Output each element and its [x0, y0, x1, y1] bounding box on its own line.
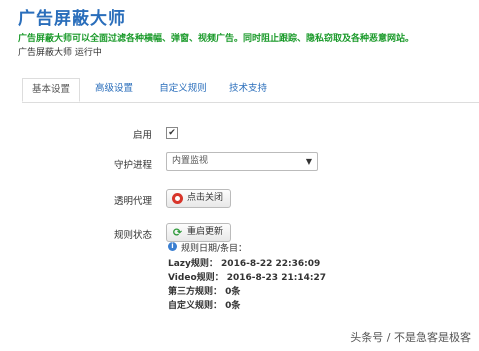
video-rule-status: Video规则： 2016-8-23 21:14:27	[168, 273, 326, 283]
custom-rule-status: 自定义规则： 0条	[168, 301, 241, 311]
daemon-select[interactable]: 内置监视 ▼	[166, 152, 318, 171]
enable-label: 启用	[132, 130, 152, 141]
check-mark-icon: ✔	[168, 128, 176, 138]
tab-advanced-settings[interactable]: 高级设置	[84, 78, 144, 101]
restart-update-label: 重启更新	[187, 227, 224, 237]
proxy-label: 透明代理	[113, 196, 152, 207]
daemon-select-value: 内置监视	[172, 156, 209, 166]
app-title: 广告屏蔽大师	[18, 9, 126, 29]
app-description: 广告屏蔽大师可以全面过滤各种横幅、弹窗、视频广告。同时阻止跟踪、隐私窃取及各种恶…	[18, 34, 415, 44]
lazy-rule-status: Lazy规则： 2016-8-22 22:36:09	[168, 259, 321, 269]
tab-basic-settings[interactable]: 基本设置	[22, 78, 80, 102]
daemon-label: 守护进程	[113, 160, 152, 171]
proxy-toggle-button[interactable]: 点击关闭	[166, 189, 232, 208]
enable-checkbox[interactable]: ✔	[166, 127, 178, 139]
restart-update-button[interactable]: ⟳ 重启更新	[166, 223, 232, 242]
watermark: 头条号 / 不是急客是极客	[350, 331, 471, 344]
rules-status-label: 规则状态	[113, 230, 152, 241]
tab-custom-rules[interactable]: 自定义规则	[150, 78, 216, 101]
refresh-icon: ⟳	[172, 226, 183, 239]
tab-bar: 基本设置 高级设置 自定义规则 技术支持	[22, 78, 479, 103]
tab-tech-support[interactable]: 技术支持	[220, 78, 276, 101]
third-party-rule-status: 第三方规则： 0条	[168, 287, 241, 297]
running-status: 广告屏蔽大师 运行中	[18, 48, 102, 58]
info-icon: i	[168, 242, 177, 251]
proxy-toggle-label: 点击关闭	[187, 193, 224, 203]
stop-icon	[172, 193, 183, 204]
rules-header: 规则日期/条目：	[181, 244, 248, 254]
chevron-down-icon: ▼	[305, 157, 312, 166]
